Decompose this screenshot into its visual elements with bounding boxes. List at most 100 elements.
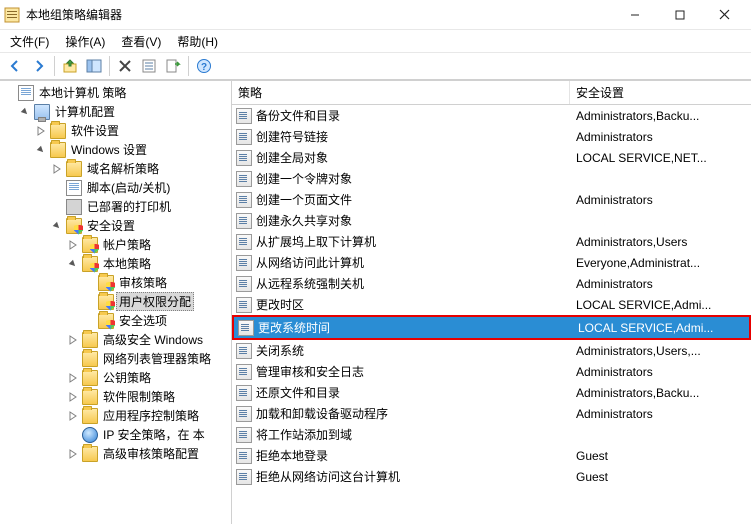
tree-root[interactable]: 本地计算机 策略 (2, 83, 231, 102)
policy-row[interactable]: 从扩展坞上取下计算机 Administrators,Users (232, 231, 751, 252)
up-button[interactable] (59, 55, 81, 77)
policy-item-icon (236, 192, 252, 208)
policy-item-icon (236, 427, 252, 443)
collapse-icon[interactable] (34, 143, 48, 157)
policy-name: 从网络访问此计算机 (256, 254, 364, 271)
menu-action[interactable]: 操作(A) (59, 31, 111, 52)
security-folder-icon (66, 218, 82, 234)
policy-row[interactable]: 拒绝本地登录Guest (232, 445, 751, 466)
tree-dns-policy[interactable]: 域名解析策略 (50, 159, 231, 178)
tree-user-rights[interactable]: 用户权限分配 (82, 292, 231, 311)
expand-icon[interactable] (66, 447, 80, 461)
policy-name: 从扩展坞上取下计算机 (256, 233, 376, 250)
tree-audit-policy[interactable]: 审核策略 (82, 273, 231, 292)
column-header-policy[interactable]: 策略 (232, 81, 570, 104)
tree-software-settings[interactable]: 软件设置 (34, 121, 231, 140)
list-body[interactable]: 备份文件和目录Administrators,Backu...创建符号链接Admi… (232, 105, 751, 524)
window-controls (612, 1, 747, 29)
folder-icon (98, 313, 114, 329)
policy-row[interactable]: 创建全局对象LOCAL SERVICE,NET... (232, 147, 751, 168)
policy-setting: Administrators,Users (570, 235, 751, 249)
policy-row[interactable]: 将工作站添加到域 (232, 424, 751, 445)
expand-icon[interactable] (50, 162, 64, 176)
forward-button[interactable] (28, 55, 50, 77)
tree-account-policies[interactable]: 帐户策略 (66, 235, 231, 254)
policy-row[interactable]: 从网络访问此计算机Everyone,Administrat... (232, 252, 751, 273)
policy-item-icon (236, 108, 252, 124)
maximize-button[interactable] (657, 1, 702, 29)
tree-deployed-printers[interactable]: 已部署的打印机 (50, 197, 231, 216)
policy-row[interactable]: 更改时区LOCAL SERVICE,Admi... (232, 294, 751, 315)
minimize-button[interactable] (612, 1, 657, 29)
svg-text:?: ? (201, 62, 207, 73)
policy-root-icon (18, 85, 34, 101)
tree-computer-config[interactable]: 计算机配置 (18, 102, 231, 121)
tree-label-selected: 用户权限分配 (116, 292, 194, 311)
tree-label: 已部署的打印机 (84, 197, 174, 216)
policy-setting: Administrators (570, 365, 751, 379)
tree-advanced-audit[interactable]: 高级审核策略配置 (66, 444, 231, 463)
policy-row[interactable]: 创建符号链接Administrators (232, 126, 751, 147)
expand-icon[interactable] (66, 238, 80, 252)
policy-row[interactable]: 备份文件和目录Administrators,Backu... (232, 105, 751, 126)
collapse-icon[interactable] (50, 219, 64, 233)
policy-setting: Administrators (570, 193, 751, 207)
delete-button[interactable] (114, 55, 136, 77)
tree-scripts[interactable]: 脚本(启动/关机) (50, 178, 231, 197)
policy-row[interactable]: 从远程系统强制关机Administrators (232, 273, 751, 294)
tree-windows-settings[interactable]: Windows 设置 (34, 140, 231, 159)
close-button[interactable] (702, 1, 747, 29)
tree-advanced-firewall[interactable]: 高级安全 Windows (66, 330, 231, 349)
expand-icon[interactable] (66, 409, 80, 423)
menu-view[interactable]: 查看(V) (115, 31, 167, 52)
printer-icon (66, 199, 82, 215)
list-header: 策略 安全设置 (232, 81, 751, 105)
tree-public-key[interactable]: 公钥策略 (66, 368, 231, 387)
policy-row[interactable]: 创建一个页面文件Administrators (232, 189, 751, 210)
policy-row[interactable]: 创建永久共享对象 (232, 210, 751, 231)
policy-item-icon (236, 129, 252, 145)
collapse-icon[interactable] (18, 105, 32, 119)
policy-row[interactable]: 创建一个令牌对象 (232, 168, 751, 189)
expand-icon[interactable] (66, 333, 80, 347)
menu-file[interactable]: 文件(F) (4, 31, 55, 52)
tree-pane[interactable]: 本地计算机 策略 计算机配置 软件设置 (0, 81, 232, 524)
folder-icon (82, 446, 98, 462)
help-button[interactable]: ? (193, 55, 215, 77)
export-button[interactable] (162, 55, 184, 77)
window-title: 本地组策略编辑器 (26, 6, 612, 23)
policy-item-icon (236, 448, 252, 464)
tree-local-policies[interactable]: 本地策略 (66, 254, 231, 273)
menubar: 文件(F) 操作(A) 查看(V) 帮助(H) (0, 30, 751, 52)
column-header-security[interactable]: 安全设置 (570, 81, 751, 104)
tree-ip-security[interactable]: IP 安全策略，在 本 (66, 425, 231, 444)
tree-security-options[interactable]: 安全选项 (82, 311, 231, 330)
expand-icon[interactable] (66, 371, 80, 385)
tree-app-control[interactable]: 应用程序控制策略 (66, 406, 231, 425)
policy-row[interactable]: 更改系统时间LOCAL SERVICE,Admi... (234, 317, 749, 338)
policy-row[interactable]: 关闭系统Administrators,Users,... (232, 340, 751, 361)
folder-icon (82, 408, 98, 424)
policy-row[interactable]: 拒绝从网络访问这台计算机Guest (232, 466, 751, 487)
policy-row[interactable]: 还原文件和目录Administrators,Backu... (232, 382, 751, 403)
policy-item-icon (236, 171, 252, 187)
policy-name: 将工作站添加到域 (256, 426, 352, 443)
back-button[interactable] (4, 55, 26, 77)
tree-security-settings[interactable]: 安全设置 (50, 216, 231, 235)
tree-software-restrict[interactable]: 软件限制策略 (66, 387, 231, 406)
tree-label: 软件设置 (68, 121, 122, 140)
tree-network-list[interactable]: 网络列表管理器策略 (66, 349, 231, 368)
show-hide-tree-button[interactable] (83, 55, 105, 77)
folder-icon (82, 389, 98, 405)
policy-row[interactable]: 加载和卸载设备驱动程序Administrators (232, 403, 751, 424)
script-icon (66, 180, 82, 196)
policy-item-icon (236, 297, 252, 313)
policy-setting: LOCAL SERVICE,Admi... (570, 298, 751, 312)
folder-icon (82, 256, 98, 272)
policy-row[interactable]: 管理审核和安全日志Administrators (232, 361, 751, 382)
expand-icon[interactable] (34, 124, 48, 138)
menu-help[interactable]: 帮助(H) (171, 31, 224, 52)
properties-button[interactable] (138, 55, 160, 77)
collapse-icon[interactable] (66, 257, 80, 271)
expand-icon[interactable] (66, 390, 80, 404)
